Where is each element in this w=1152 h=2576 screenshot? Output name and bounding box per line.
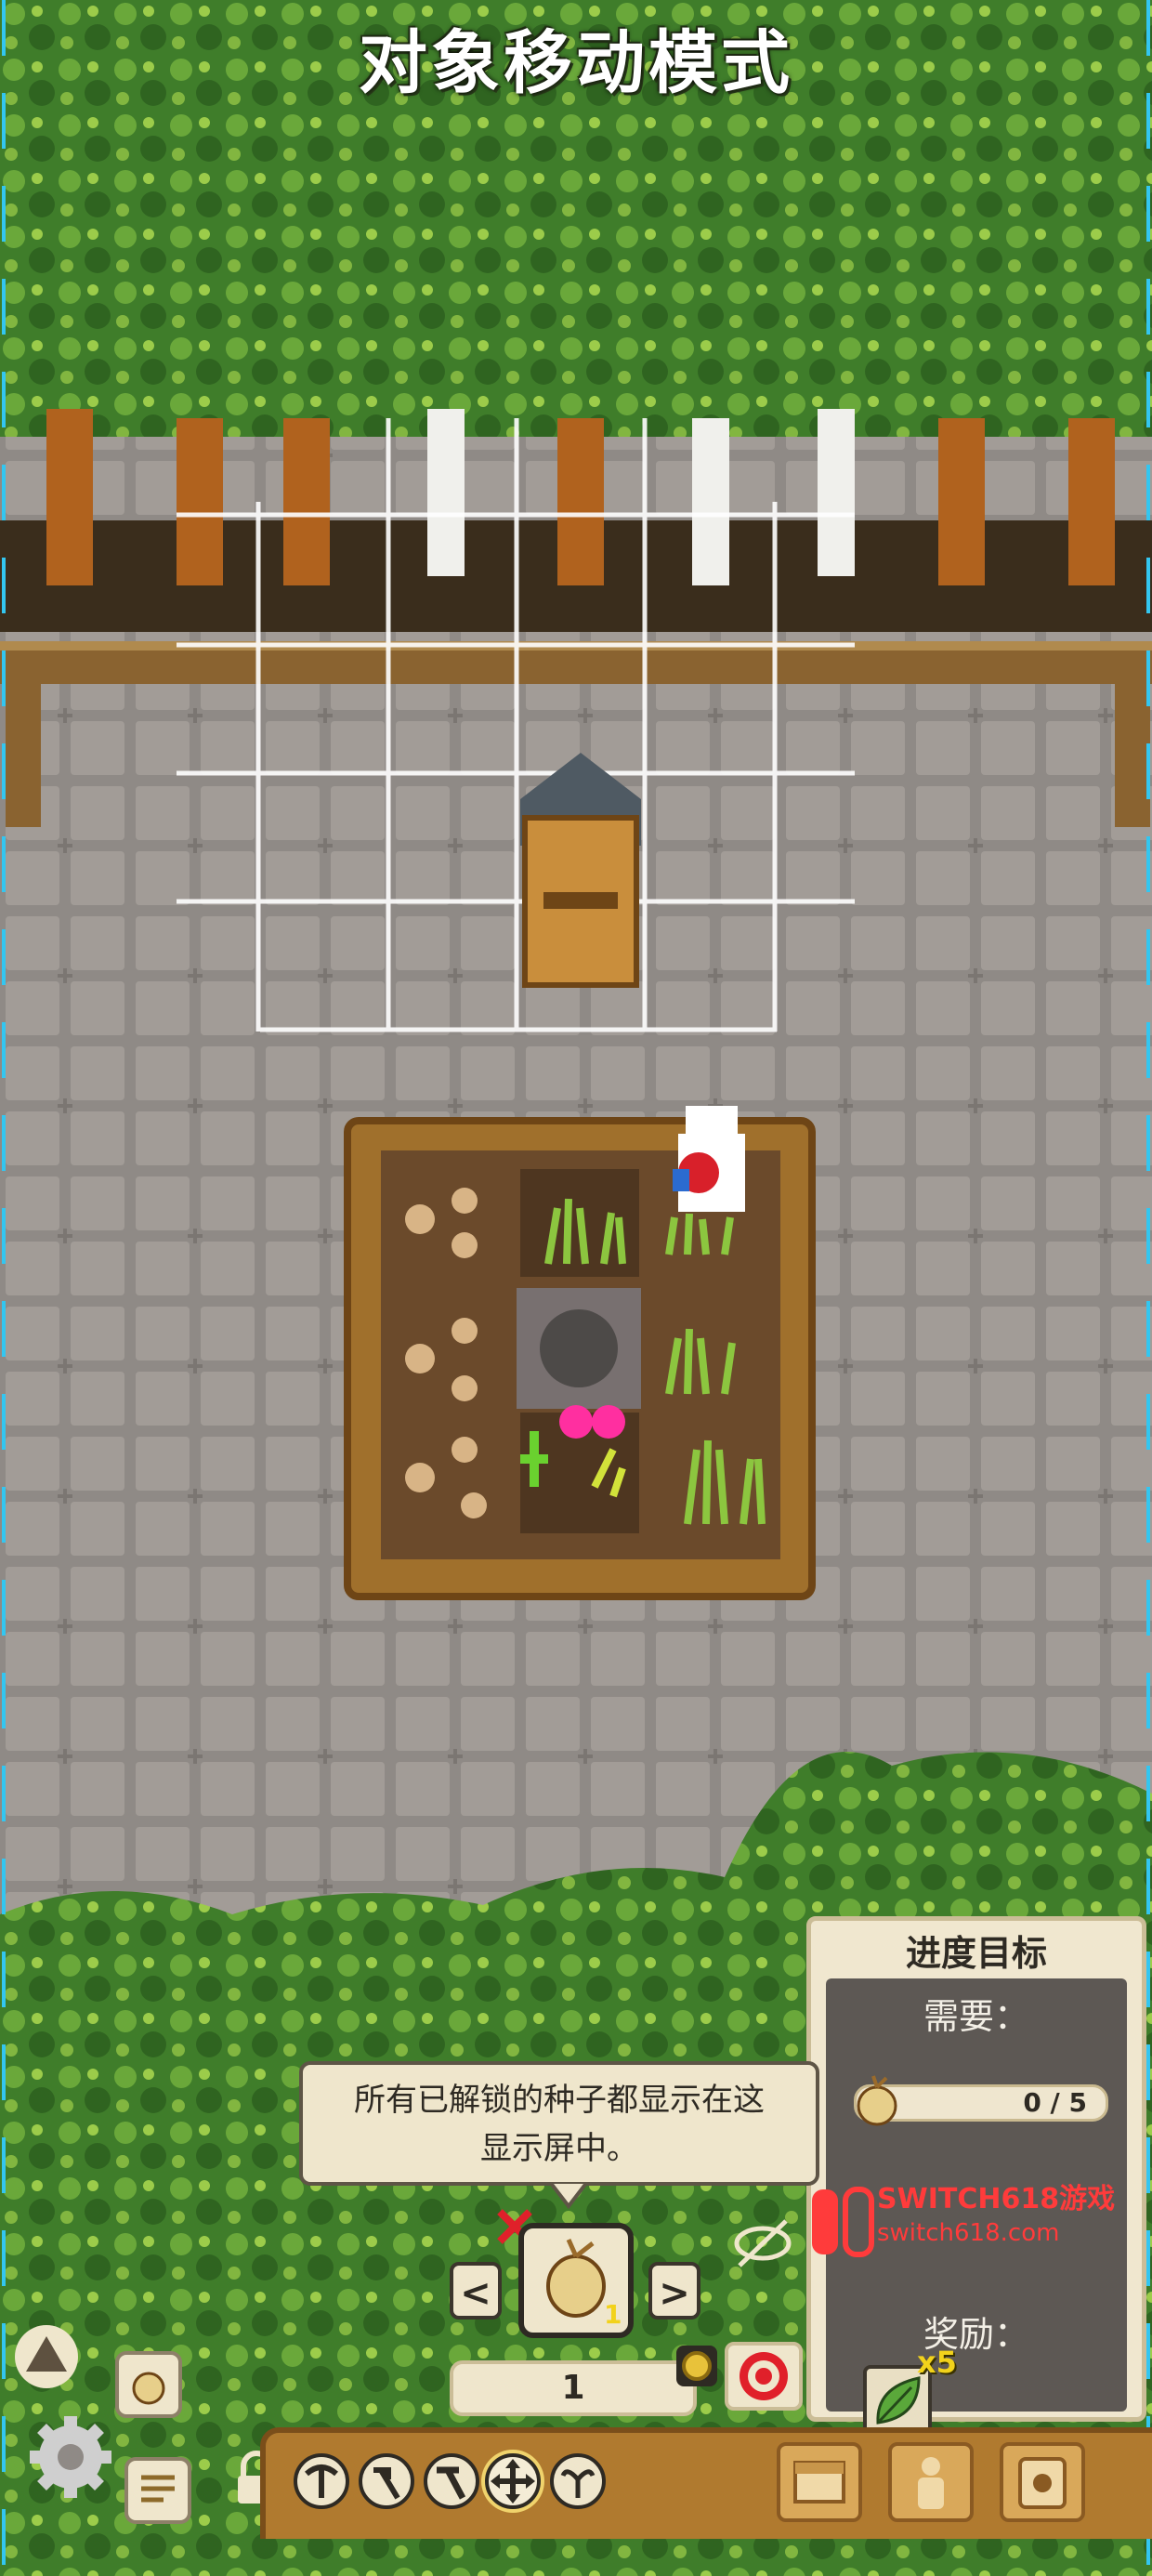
progress-goal-panel: 进度目标 需要： 0 / 5 奖励： x5 bbox=[806, 1916, 1146, 2438]
pickaxe-tool-button[interactable] bbox=[294, 2453, 349, 2509]
tooltip-pointer bbox=[550, 2182, 587, 2210]
seed-slot-count: 1 bbox=[604, 2299, 622, 2330]
plant-tool-button[interactable] bbox=[550, 2453, 606, 2509]
hoe-icon bbox=[373, 2467, 400, 2500]
character-icon bbox=[918, 2457, 944, 2509]
goal-progress-text: 0 / 5 bbox=[1023, 2087, 1087, 2118]
compost-icon[interactable] bbox=[13, 2323, 80, 2390]
journal-menu-button[interactable] bbox=[1000, 2442, 1085, 2522]
quantity-field[interactable]: 1 bbox=[450, 2360, 697, 2416]
character-menu-button[interactable] bbox=[888, 2442, 974, 2522]
journal-icon bbox=[1018, 2457, 1067, 2509]
target-button[interactable] bbox=[725, 2342, 803, 2411]
prev-seed-button[interactable]: < bbox=[450, 2262, 502, 2320]
goal-need-label: 需要： bbox=[923, 1996, 1029, 2037]
notes-icon bbox=[141, 2475, 175, 2503]
seed-pouch-icon bbox=[857, 2075, 897, 2126]
mode-title: 对象移动模式 bbox=[359, 23, 793, 103]
switch-logo-icon bbox=[812, 2187, 874, 2257]
seed-bag-icon bbox=[132, 2372, 165, 2405]
settings-icon[interactable] bbox=[24, 2411, 117, 2504]
move-tool-button[interactable] bbox=[485, 2453, 541, 2509]
coin-icon[interactable] bbox=[676, 2346, 717, 2386]
storage-menu-button[interactable] bbox=[777, 2442, 862, 2522]
eye-slash-icon[interactable] bbox=[730, 2215, 795, 2271]
notes-button[interactable] bbox=[124, 2457, 191, 2524]
move-arrows-icon bbox=[491, 2459, 535, 2504]
hoe-tool-button[interactable] bbox=[359, 2453, 414, 2509]
storage-icon bbox=[793, 2461, 845, 2504]
watermark-url: switch618.com bbox=[877, 2219, 1060, 2247]
seed-tooltip: 所有已解锁的种子都显示在这 显示屏中。 bbox=[299, 2061, 819, 2186]
next-seed-button[interactable]: > bbox=[648, 2262, 700, 2320]
goal-title: 进度目标 bbox=[905, 1933, 1047, 1974]
target-icon bbox=[740, 2352, 788, 2400]
hammer-icon bbox=[437, 2466, 466, 2500]
sprout-icon bbox=[560, 2469, 596, 2498]
hammer-tool-button[interactable] bbox=[424, 2453, 479, 2509]
goal-progress-bar: 0 / 5 bbox=[854, 2075, 1108, 2126]
beehive-object[interactable] bbox=[520, 753, 641, 988]
goal-reward-label: 奖励： bbox=[923, 2314, 1029, 2355]
tooltip-line-2: 显示屏中。 bbox=[480, 2130, 638, 2167]
reward-quantity: x5 bbox=[917, 2345, 957, 2380]
watermark-title: SWITCH618游戏 bbox=[877, 2183, 1116, 2215]
tree-trunks bbox=[46, 409, 1115, 585]
seed-bag-button[interactable] bbox=[115, 2351, 182, 2418]
pickaxe-icon bbox=[305, 2464, 338, 2498]
tooltip-line-1: 所有已解锁的种子都显示在这 bbox=[354, 2082, 765, 2119]
